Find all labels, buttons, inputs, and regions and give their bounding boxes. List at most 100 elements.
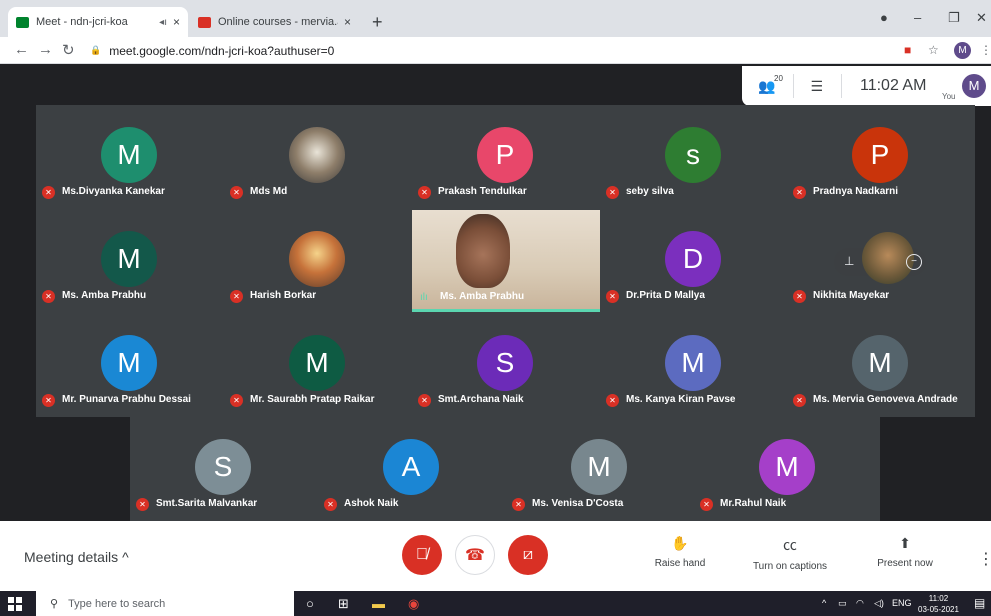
mic-off-icon: ✕: [418, 394, 431, 407]
participant-avatar: D: [665, 231, 721, 287]
mic-off-icon: ✕: [136, 498, 149, 511]
tray-chevron-icon[interactable]: ^: [822, 598, 826, 608]
participant-avatar: M: [665, 335, 721, 391]
captions-button[interactable]: ㏄ Turn on captions: [746, 535, 834, 572]
participant-name: Ms.Divyanka Kanekar: [62, 186, 165, 197]
audio-level-icon: ılı: [420, 292, 428, 303]
remove-icon[interactable]: −: [906, 254, 922, 270]
browser-toolbar: ← → ↻ 🔒 meet.google.com/ndn-jcri-koa?aut…: [0, 37, 991, 64]
camera-blocked-icon[interactable]: ■: [904, 43, 911, 57]
participant-tile[interactable]: M ✕ Mr.Rahul Naik: [694, 417, 880, 519]
participant-avatar: M: [101, 335, 157, 391]
active-speaker-video[interactable]: ılı Ms. Amba Prabhu: [412, 210, 600, 312]
language-indicator[interactable]: ENG: [892, 598, 912, 608]
participant-avatar: s: [665, 127, 721, 183]
participant-avatar: M: [101, 127, 157, 183]
participant-tile[interactable]: S ✕ Smt.Sarita Malvankar: [130, 417, 316, 519]
pin-icon[interactable]: ⊥: [844, 254, 854, 268]
participant-tile[interactable]: M ✕ Ms. Kanya Kiran Pavse: [600, 313, 786, 415]
tab-meet[interactable]: Meet - ndn-jcri-koa ◂ı ×: [8, 7, 188, 37]
raise-hand-button[interactable]: ✋ Raise hand: [644, 535, 716, 569]
participant-tile[interactable]: M ✕ Mr. Punarva Prabhu Dessai: [36, 313, 222, 415]
chat-icon[interactable]: ☰: [810, 78, 823, 95]
present-now-label: Present now: [877, 558, 933, 569]
participant-tile[interactable]: M ✕ Mr. Saurabh Pratap Raikar: [224, 313, 410, 415]
participant-tile[interactable]: M ✕ Ms. Mervia Genoveva Andrade: [787, 313, 973, 415]
windows-start-icon[interactable]: [8, 597, 22, 611]
tab-audio-icon[interactable]: ◂ı: [159, 17, 167, 28]
chrome-icon[interactable]: ◉: [408, 596, 419, 612]
restore-icon[interactable]: ❐: [948, 10, 960, 26]
url-text: meet.google.com/ndn-jcri-koa?authuser=0: [109, 43, 335, 58]
gmail-favicon-icon: [198, 16, 211, 28]
raise-hand-label: Raise hand: [654, 558, 706, 569]
tab-close-icon[interactable]: ×: [173, 15, 180, 29]
captions-icon: ㏄: [783, 537, 797, 553]
mic-off-icon: ✕: [230, 290, 243, 303]
participant-tile[interactable]: s ✕ seby silva: [600, 105, 786, 207]
address-bar[interactable]: 🔒 meet.google.com/ndn-jcri-koa?authuser=…: [90, 40, 910, 61]
participant-tile[interactable]: M ✕ Ms. Venisa D'Costa: [506, 417, 692, 519]
participant-tile[interactable]: M ✕ Ms.Divyanka Kanekar: [36, 105, 222, 207]
camera-toggle-button[interactable]: ⧄: [508, 535, 548, 575]
participant-tile[interactable]: ✕ Mds Md: [224, 105, 410, 207]
mic-off-icon: ✕: [700, 498, 713, 511]
profile-avatar[interactable]: M: [954, 42, 971, 59]
mic-off-icon: ✕: [42, 394, 55, 407]
mic-off-icon: ✕: [793, 290, 806, 303]
participant-tile[interactable]: ✕ Harish Borkar: [224, 209, 410, 311]
mic-toggle-button[interactable]: 🎙̸: [402, 535, 442, 575]
menu-dots-icon[interactable]: ⋮: [980, 43, 991, 57]
close-window-icon[interactable]: ✕: [976, 10, 987, 26]
participant-avatar: S: [477, 335, 533, 391]
cortana-icon[interactable]: ○: [306, 596, 314, 611]
mic-off-icon: ✕: [793, 186, 806, 199]
volume-icon[interactable]: ◁): [874, 598, 884, 609]
participant-name: Ms. Amba Prabhu: [440, 291, 525, 302]
leave-call-button[interactable]: ☎: [455, 535, 495, 575]
participant-name: Pradnya Nadkarni: [813, 186, 899, 197]
tab-close-icon[interactable]: ×: [344, 15, 351, 29]
participant-avatar: P: [852, 127, 908, 183]
more-options-icon[interactable]: ⋮: [978, 549, 991, 569]
new-tab-button[interactable]: +: [372, 12, 383, 33]
participant-tile[interactable]: D ✕ Dr.Prita D Mallya: [600, 209, 786, 311]
wifi-icon[interactable]: ◠: [856, 598, 864, 609]
participant-name: Dr.Prita D Mallya: [626, 290, 705, 301]
back-icon[interactable]: ←: [14, 41, 29, 58]
participant-tile[interactable]: A ✕ Ashok Naik: [318, 417, 504, 519]
participant-photo-avatar: [289, 231, 345, 287]
participant-tile[interactable]: P ✕ Prakash Tendulkar: [412, 105, 598, 207]
notifications-icon[interactable]: ▤: [974, 596, 985, 610]
taskbar-date: 03-05-2021: [918, 605, 959, 614]
participant-tile[interactable]: M ✕ Ms. Amba Prabhu: [36, 209, 222, 311]
battery-icon[interactable]: ▭: [838, 598, 847, 609]
mic-off-icon: ✕: [418, 186, 431, 199]
self-avatar[interactable]: M: [962, 74, 986, 98]
taskbar-clock[interactable]: 11:02 03-05-2021: [918, 593, 959, 615]
mic-off-icon: 🎙̸: [416, 546, 428, 563]
tab-online-courses[interactable]: Online courses - mervia.andrade ×: [190, 7, 362, 37]
search-icon: ⚲: [50, 598, 59, 610]
participant-name: Ashok Naik: [344, 498, 399, 509]
file-explorer-icon[interactable]: ▬: [372, 596, 385, 611]
present-now-button[interactable]: ⬆ Present now: [868, 535, 942, 569]
task-view-icon[interactable]: ⊞: [338, 596, 349, 612]
participant-avatar: M: [101, 231, 157, 287]
reload-icon[interactable]: ↻: [62, 41, 75, 59]
meet-top-bar: 👥 20 ☰ 11:02 AM You M: [742, 66, 991, 106]
people-icon[interactable]: 👥 20: [758, 74, 783, 95]
minimize-icon[interactable]: –: [914, 10, 921, 25]
account-circle-icon[interactable]: ●: [880, 10, 888, 25]
bookmark-star-icon[interactable]: ☆: [928, 43, 939, 57]
participants-count: 20: [774, 73, 783, 83]
participant-tile[interactable]: S ✕ Smt.Archana Naik: [412, 313, 598, 415]
hang-up-icon: ☎: [465, 547, 485, 564]
participant-name: Ms. Mervia Genoveva Andrade: [813, 394, 958, 405]
participant-name: Smt.Sarita Malvankar: [156, 498, 258, 509]
forward-icon[interactable]: →: [38, 41, 53, 58]
taskbar-search-box[interactable]: ⚲ Type here to search: [36, 591, 294, 616]
meeting-details-button[interactable]: Meeting details ^: [24, 549, 129, 565]
participant-avatar: S: [195, 439, 251, 495]
participant-tile[interactable]: P ✕ Pradnya Nadkarni: [787, 105, 973, 207]
